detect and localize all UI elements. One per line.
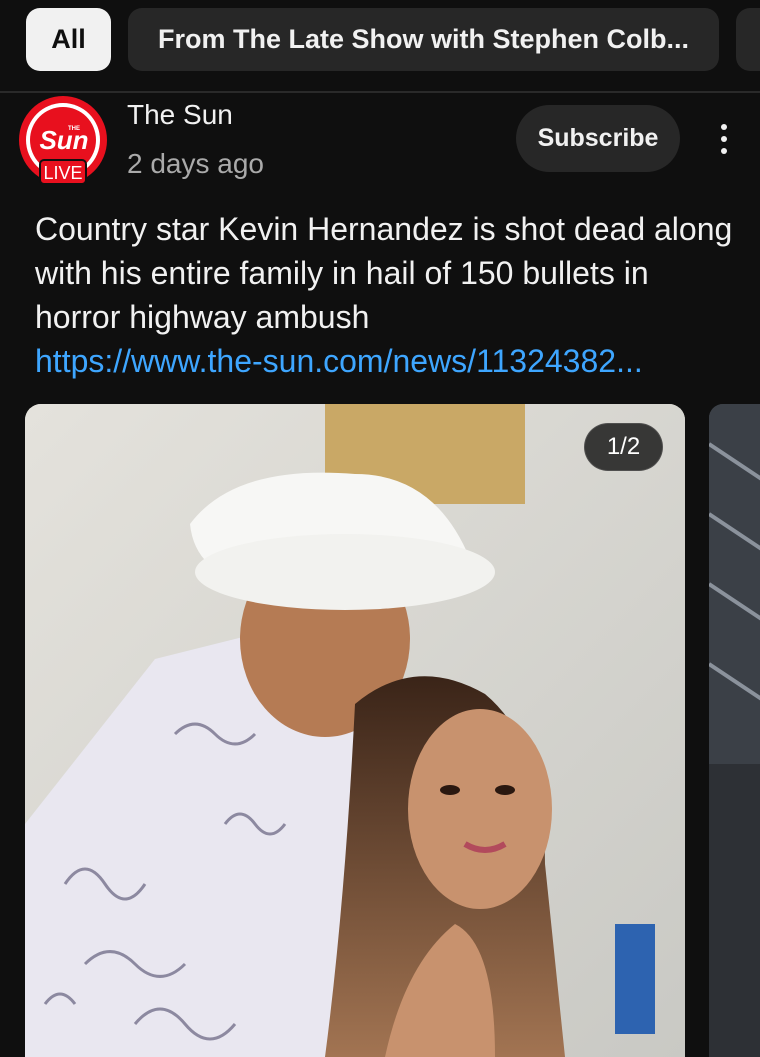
post-link[interactable]: https://www.the-sun.com/news/11324382... [35, 339, 735, 383]
sun-live-logo: Sun THE LIVE [19, 96, 107, 185]
post-image-2[interactable] [709, 404, 760, 1057]
community-post-screen: All From The Late Show with Stephen Colb… [0, 0, 760, 1057]
post-photo [25, 404, 685, 1057]
chip-late-show[interactable]: From The Late Show with Stephen Colb... [128, 8, 719, 71]
live-badge: LIVE [43, 163, 82, 183]
next-photo-preview [709, 404, 760, 1057]
subscribe-button[interactable]: Subscribe [516, 105, 680, 172]
post-timestamp: 2 days ago [127, 148, 264, 179]
avatar-top-text: THE [68, 126, 80, 132]
chip-next[interactable] [736, 8, 760, 71]
carousel-counter: 1/2 [584, 423, 663, 471]
avatar-brand: Sun [39, 125, 88, 155]
post-text: Country star Kevin Hernandez is shot dea… [35, 211, 733, 335]
chip-all[interactable]: All [26, 8, 111, 71]
divider [0, 91, 760, 93]
channel-name[interactable]: The Sun [127, 99, 233, 131]
more-vert-icon[interactable] [704, 118, 744, 160]
post-image-1[interactable] [25, 404, 685, 1057]
channel-avatar[interactable]: Sun THE LIVE [14, 92, 112, 190]
filter-chip-bar: All From The Late Show with Stephen Colb… [0, 0, 760, 92]
